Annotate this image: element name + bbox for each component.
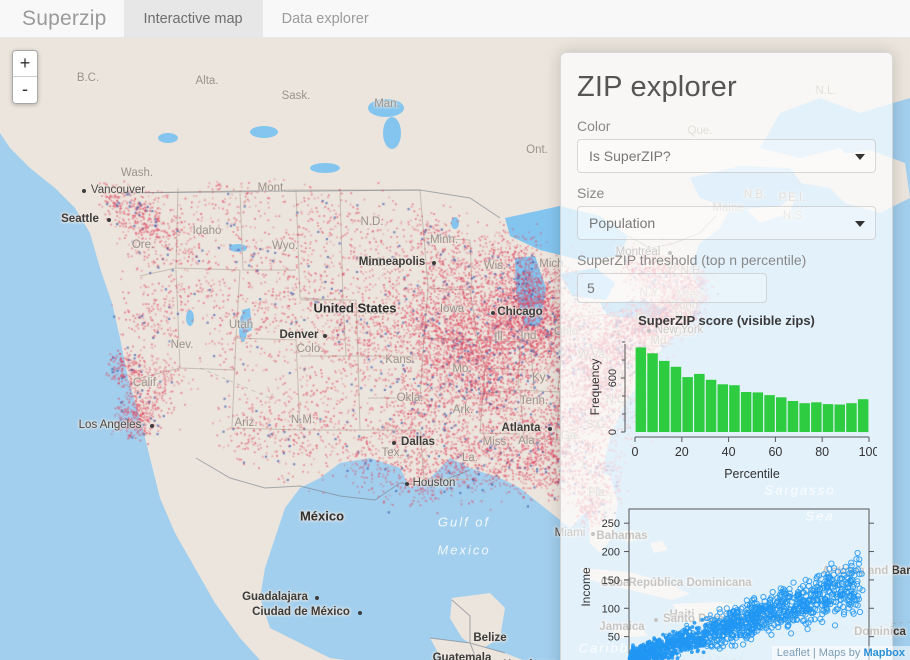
map-city-dot: [404, 482, 409, 486]
color-select[interactable]: Is SuperZIP?: [577, 139, 876, 173]
scatter-svg: 50 100 150 200 250 Income: [579, 508, 874, 660]
svg-text:200: 200: [602, 547, 620, 559]
svg-text:100: 100: [859, 445, 877, 459]
size-select-value: Population: [589, 215, 656, 231]
leaflet-link[interactable]: Leaflet: [777, 647, 810, 659]
zip-explorer-panel: ZIP explorer Color Is SuperZIP? Size Pop…: [560, 52, 893, 660]
mapbox-link[interactable]: Mapbox: [863, 647, 905, 659]
svg-text:60: 60: [768, 445, 782, 459]
histogram-title: SuperZIP score (visible zips): [638, 313, 815, 328]
zoom-out-button[interactable]: -: [13, 77, 37, 103]
map-zoom-control[interactable]: + -: [12, 50, 38, 104]
size-select[interactable]: Population: [577, 206, 876, 240]
navbar: Superzip Interactive map Data explorer: [0, 0, 910, 38]
chevron-down-icon: [855, 221, 865, 227]
svg-text:Income: Income: [579, 567, 593, 607]
superzip-threshold-input[interactable]: 5: [577, 273, 767, 303]
svg-text:0: 0: [632, 445, 639, 459]
map-city-dot: [322, 334, 327, 338]
svg-text:20: 20: [675, 445, 689, 459]
superzip-score-histogram: SuperZIP score (visible zips) 0 600 0 20 40 6…: [577, 313, 879, 487]
size-label: Size: [577, 185, 605, 201]
svg-text:80: 80: [815, 445, 829, 459]
color-label: Color: [577, 118, 611, 134]
svg-text:Percentile: Percentile: [724, 467, 780, 481]
svg-text:150: 150: [602, 575, 620, 587]
tab-data-explorer[interactable]: Data explorer: [263, 0, 389, 37]
svg-text:0: 0: [607, 429, 619, 435]
income-scatter-plot: 50 100 150 200 250 Income: [577, 487, 876, 660]
chevron-down-icon: [855, 154, 865, 160]
svg-text:250: 250: [602, 518, 620, 530]
map-city-dot: [357, 611, 362, 615]
histogram-svg: 0 600 0 20 40 60 80 100 Frequency Percentile: [588, 341, 879, 481]
tab-interactive-map[interactable]: Interactive map: [124, 0, 263, 37]
attribution-separator: |: [809, 647, 819, 659]
svg-text:50: 50: [608, 632, 620, 644]
map-attribution: Leaflet | Maps by Mapbox: [771, 646, 910, 660]
svg-text:40: 40: [722, 445, 736, 459]
app-brand[interactable]: Superzip: [0, 0, 124, 37]
maps-by-text: Maps by: [818, 647, 864, 659]
zoom-in-button[interactable]: +: [13, 51, 37, 77]
panel-title: ZIP explorer: [577, 71, 737, 103]
svg-text:Frequency: Frequency: [588, 359, 602, 416]
superzip-threshold-label: SuperZIP threshold (top n percentile): [577, 252, 807, 268]
app-root: Superzip Interactive map Data explorer B…: [0, 0, 910, 660]
superzip-threshold-value: 5: [587, 280, 595, 296]
map-city-dot: [490, 311, 495, 315]
svg-text:100: 100: [602, 603, 620, 615]
color-select-value: Is SuperZIP?: [589, 148, 671, 164]
svg-text:600: 600: [607, 369, 619, 387]
